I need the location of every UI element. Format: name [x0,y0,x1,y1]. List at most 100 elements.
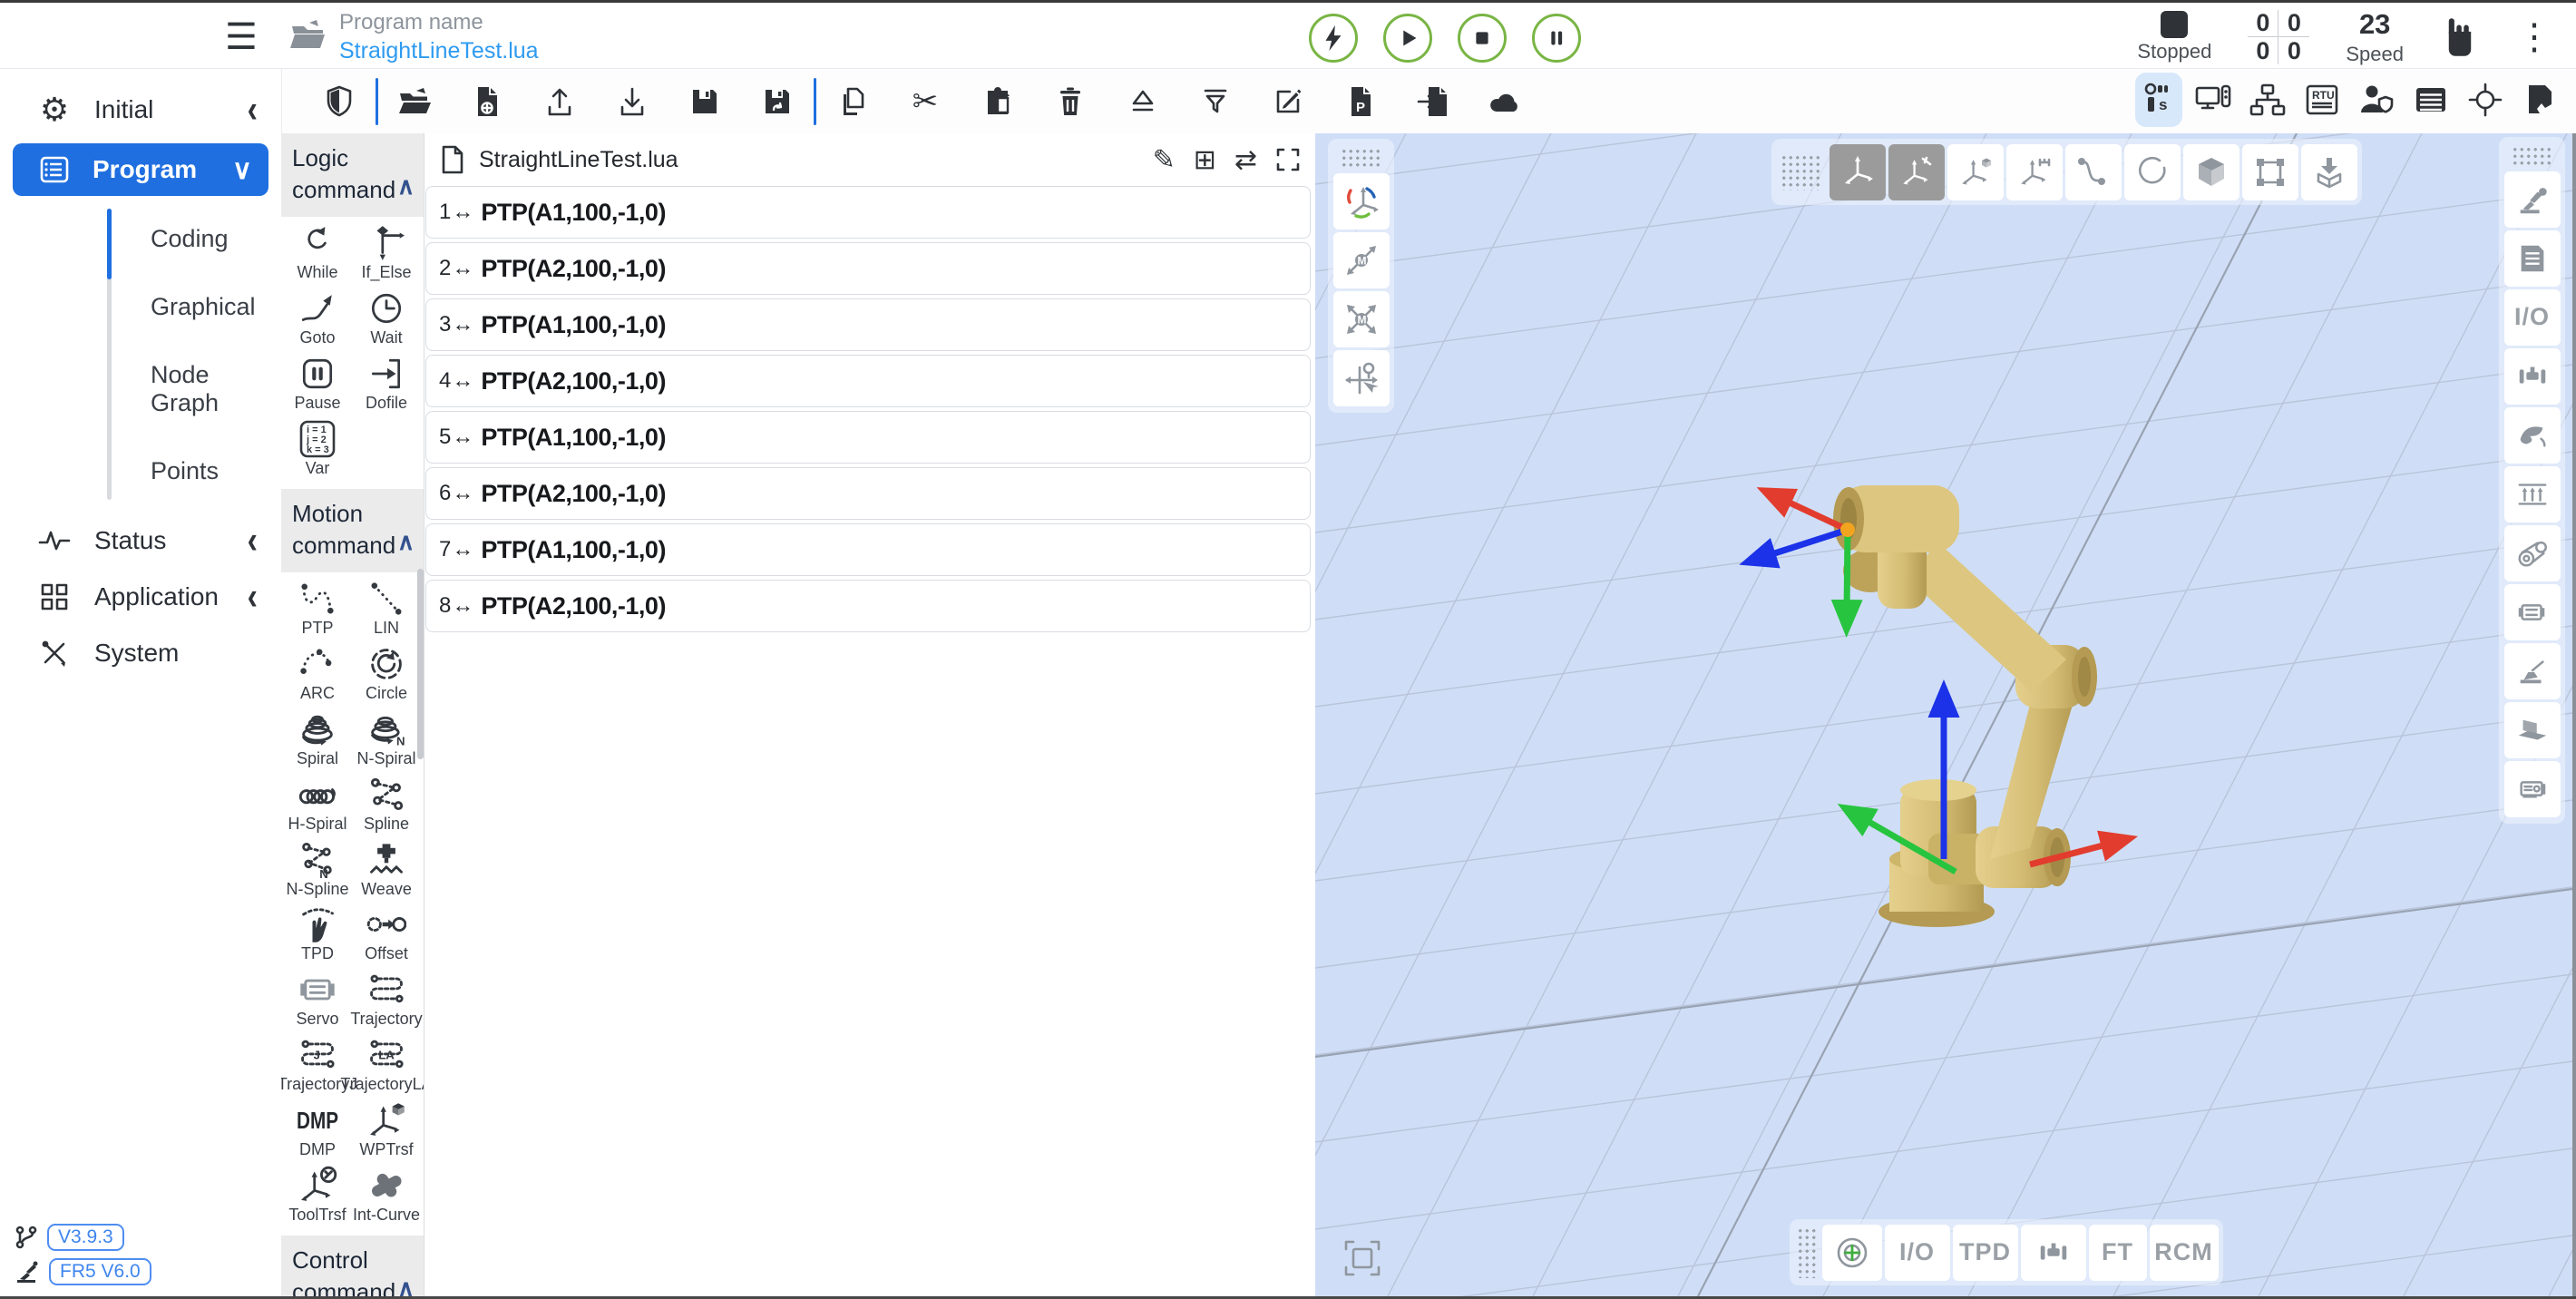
palette-item-var[interactable]: i = 1j = 2k = 3 Var [283,418,352,477]
palette-item-weave[interactable]: Weave [352,839,421,898]
ft-overlay-button[interactable]: FT [2089,1225,2147,1281]
edit-line-icon[interactable]: ✎ [1153,144,1176,176]
code-line-1[interactable]: 1↔ PTP(A1,100,-1,0) [425,186,1311,239]
servo-device-button[interactable] [2504,584,2561,640]
palette-item-pause[interactable]: Pause [283,353,352,412]
code-line-7[interactable]: 7↔ PTP(A1,100,-1,0) [425,523,1311,576]
path-curve-button[interactable] [2065,144,2122,200]
palette-item-int-curve[interactable]: Int-Curve [352,1165,421,1224]
open-folder-icon[interactable] [378,85,451,118]
fullscreen-icon[interactable] [1275,147,1301,172]
code-line-8[interactable]: 8↔ PTP(A2,100,-1,0) [425,580,1311,632]
toolbar-drag-handle[interactable] [1341,148,1382,168]
palette-item-servo[interactable]: Servo [283,969,352,1028]
calibration-target-icon[interactable] [2462,73,2509,127]
controller-card-button[interactable] [2504,761,2561,817]
simulation-viewport[interactable]: M M I/O [1315,133,2572,1296]
palette-item-offset[interactable]: Offset [352,903,421,962]
swap-line-icon[interactable]: ↔ [452,368,473,394]
file-export-icon[interactable] [1397,84,1469,119]
robot-version-badge[interactable]: FR5 V6.0 [49,1258,151,1285]
save-as-icon[interactable] [741,85,814,118]
palette-item-wptrsf[interactable]: WPTrsf [352,1099,421,1158]
sidebar-item-initial[interactable]: ⚙ Initial ‹ [0,82,281,138]
cube-view-button[interactable] [2183,144,2239,200]
palette-item-tpd[interactable]: TPD [283,903,352,962]
workpiece-frame-button[interactable] [1947,144,2004,200]
sidebar-item-status[interactable]: Status ‹ [0,513,281,569]
swap-line-icon[interactable]: ↔ [452,593,473,619]
rcm-overlay-button[interactable]: RCM [2150,1225,2219,1281]
palette-item-n-spiral[interactable]: N N-Spiral [352,708,421,767]
save-icon[interactable] [668,85,741,118]
palette-item-circle[interactable]: Circle [352,643,421,702]
arc-display-button[interactable] [2124,144,2181,200]
menu-icon[interactable]: ☰ [225,19,258,55]
palette-item-lin[interactable]: LIN [352,578,421,637]
tool-frame-button[interactable] [1888,144,1945,200]
palette-item-h-spiral[interactable]: H-Spiral [283,774,352,833]
chevron-left-icon[interactable]: ‹ [248,519,258,563]
filter-icon[interactable] [1179,85,1252,118]
swap-line-icon[interactable]: ↔ [452,200,473,225]
collapse-icon[interactable]: ∧ [397,1273,415,1296]
io-overlay-button[interactable]: I/O [1885,1225,1950,1281]
swap-line-icon[interactable]: ↔ [452,312,473,337]
speed-indicator[interactable]: 23 Speed [2346,8,2404,66]
copy-icon[interactable] [816,84,889,119]
io-panel-button[interactable]: I/O [2504,289,2561,346]
palette-item-spiral[interactable]: Spiral [283,708,352,767]
welder-button[interactable] [2504,643,2561,699]
play-button[interactable] [1383,14,1432,63]
tcp-target-button[interactable] [1822,1225,1882,1281]
lua-template-icon[interactable] [2516,73,2563,127]
more-menu-icon[interactable]: ⋮ [2516,23,2552,52]
section-logic-command[interactable]: Logic command ∧ [281,133,424,217]
sidebar-item-program[interactable]: Program ∨ [13,143,268,196]
viewport-fullscreen-icon[interactable] [1339,1235,1386,1282]
drag-teach-icon[interactable] [2440,14,2480,61]
palette-item-goto[interactable]: Goto [283,288,352,347]
section-motion-command[interactable]: Motion command ∧ [281,489,424,572]
code-line-5[interactable]: 5↔ PTP(A1,100,-1,0) [425,411,1311,464]
tool-sensor-icon[interactable]: s [2135,73,2182,127]
swap-line-icon[interactable]: ↔ [452,256,473,281]
window-scrollbar[interactable] [2572,133,2576,1296]
code-line-6[interactable]: 6↔ PTP(A2,100,-1,0) [425,467,1311,520]
pick-point-button[interactable] [1333,350,1390,406]
collapse-icon[interactable]: ∧ [397,171,415,202]
palette-item-n-spline[interactable]: N N-Spline [283,839,352,898]
file-p-icon[interactable]: P [1324,84,1397,119]
rename-icon[interactable] [1252,85,1324,118]
palette-scrollbar[interactable] [417,569,424,759]
sidebar-item-application[interactable]: Application ‹ [0,569,281,625]
swap-line-icon[interactable]: ↔ [452,537,473,562]
toolbar-drag-handle[interactable] [1781,154,1822,190]
section-control-command[interactable]: Control command ∧ [281,1236,424,1296]
protect-shield-icon[interactable] [303,84,376,119]
conveyor-button[interactable] [2504,466,2561,523]
web-version-badge[interactable]: V3.9.3 [47,1224,124,1251]
code-line-3[interactable]: 3↔ PTP(A1,100,-1,0) [425,298,1311,351]
tool-claw-button[interactable] [2504,407,2561,464]
upload-icon[interactable] [523,84,596,119]
gripper-overlay-button[interactable] [2021,1225,2086,1281]
cloud-icon[interactable] [1469,86,1542,117]
paste-icon[interactable] [961,84,1034,119]
sidebar-item-graphical[interactable]: Graphical [107,273,281,341]
program-folder-icon[interactable] [287,17,328,54]
delete-icon[interactable] [1034,84,1107,119]
palette-item-while[interactable]: While [283,222,352,281]
palette-item-dofile[interactable]: Dofile [352,353,421,412]
code-line-4[interactable]: 4↔ PTP(A2,100,-1,0) [425,355,1311,407]
user-security-icon[interactable] [2353,73,2400,127]
program-file-name[interactable]: StraightLineTest.lua [339,38,539,64]
palette-item-trajectoryla[interactable]: LA TrajectoryLA [352,1034,421,1093]
chevron-left-icon[interactable]: ‹ [248,88,258,132]
add-line-icon[interactable]: ⊞ [1194,144,1216,176]
stop-button[interactable] [1458,14,1507,63]
palette-item-wait[interactable]: Wait [352,288,421,347]
code-line-2[interactable]: 2↔ PTP(A2,100,-1,0) [425,242,1311,295]
download-icon[interactable] [596,84,668,119]
modbus-rtu-icon[interactable]: RTU [2298,73,2346,127]
